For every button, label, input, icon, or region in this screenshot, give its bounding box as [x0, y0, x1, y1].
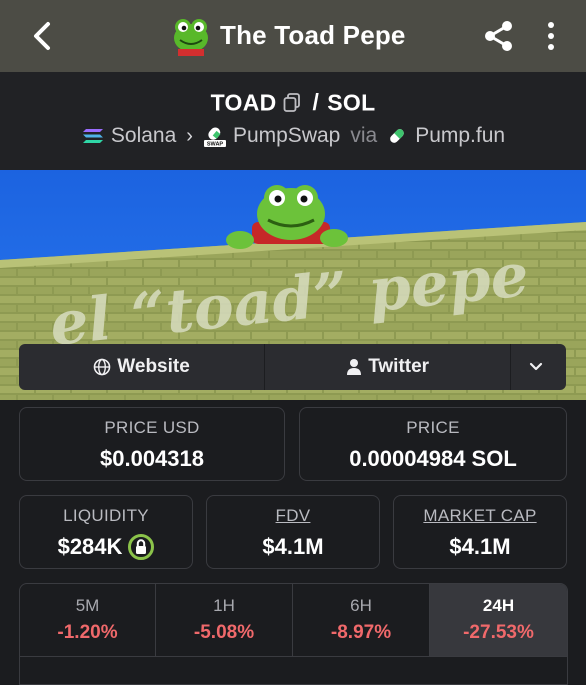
twitter-label: Twitter: [368, 356, 430, 377]
price-usd-value: $0.004318: [100, 446, 204, 471]
price-native-label: PRICE: [406, 418, 460, 437]
top-bar: The Toad Pepe: [0, 0, 586, 72]
vertical-dots-icon: [548, 22, 554, 50]
lock-icon[interactable]: [128, 533, 155, 560]
page-title: The Toad Pepe: [220, 19, 406, 50]
divider: [20, 656, 567, 657]
twitter-button[interactable]: Twitter: [265, 344, 512, 390]
pumpswap-icon: SWAP: [203, 127, 226, 148]
price-native-card: PRICE 0.00004984 SOL: [299, 407, 567, 481]
fdv-label[interactable]: FDV: [207, 506, 379, 526]
more-options-button[interactable]: [538, 18, 564, 54]
tab-5m-change: -1.20%: [57, 622, 118, 643]
fdv-value: $4.1M: [262, 534, 324, 559]
tab-1h-change: -5.08%: [193, 622, 255, 643]
tab-1h-label: 1H: [213, 596, 235, 615]
globe-icon: [93, 358, 111, 376]
market-cap-card: MARKET CAP $4.1M: [393, 495, 567, 569]
share-icon: [485, 21, 512, 51]
dex-link[interactable]: PumpSwap: [233, 124, 340, 148]
share-button[interactable]: [480, 18, 518, 54]
price-usd-label: PRICE USD: [104, 418, 200, 437]
price-native-value: 0.00004984 SOL: [349, 446, 517, 471]
launchpad-link[interactable]: Pump.fun: [415, 124, 505, 148]
breadcrumb: Solana › SWAP PumpSwap via Pump.fun: [0, 124, 586, 148]
tab-24h-change: -27.53%: [463, 622, 534, 643]
website-label: Website: [117, 356, 190, 377]
price-usd-card: PRICE USD $0.004318: [19, 407, 285, 481]
via-label: via: [350, 124, 378, 147]
token-title: The Toad Pepe: [170, 14, 406, 56]
user-icon: [347, 359, 362, 375]
price-change-tabs: 5M -1.20% 1H -5.08% 6H -8.97% 24H -27.53…: [19, 583, 568, 685]
fdv-card: FDV $4.1M: [206, 495, 380, 569]
tab-6h[interactable]: 6H -8.97%: [293, 584, 430, 656]
tab-24h[interactable]: 24H -27.53%: [430, 584, 567, 656]
pair-info: TOAD / SOL Solana › SWAP PumpSwap via Pum…: [0, 72, 586, 170]
tab-24h-label: 24H: [482, 596, 515, 615]
svg-text:SWAP: SWAP: [207, 142, 224, 148]
pumpfun-icon: [390, 129, 405, 143]
tab-5m-label: 5M: [75, 596, 100, 615]
liquidity-card: LIQUIDITY $284K: [19, 495, 193, 569]
website-button[interactable]: Website: [19, 344, 266, 390]
tab-6h-change: -8.97%: [330, 622, 392, 643]
solana-icon: [82, 129, 103, 143]
back-button[interactable]: [26, 18, 58, 54]
copy-icon[interactable]: [283, 93, 301, 113]
tab-5m[interactable]: 5M -1.20%: [20, 584, 156, 656]
chevron-right-icon: ›: [186, 124, 193, 147]
liquidity-value: $284K: [57, 534, 123, 559]
market-cap-value: $4.1M: [449, 534, 511, 559]
chevron-down-icon: [529, 362, 542, 371]
chevron-left-icon: [34, 22, 50, 50]
liquidity-label: LIQUIDITY: [63, 506, 149, 525]
tab-6h-label: 6H: [350, 596, 372, 615]
toad-avatar-icon: [174, 19, 208, 56]
chain-link[interactable]: Solana: [111, 124, 176, 148]
more-links-button[interactable]: [511, 344, 566, 390]
links-bar: Website Twitter: [19, 344, 566, 390]
base-token: TOAD: [210, 89, 277, 116]
pair-separator: /: [312, 89, 320, 116]
tab-1h[interactable]: 1H -5.08%: [156, 584, 293, 656]
market-cap-label[interactable]: MARKET CAP: [394, 506, 566, 526]
pair-name: TOAD / SOL: [0, 88, 586, 116]
quote-token: SOL: [327, 89, 376, 116]
